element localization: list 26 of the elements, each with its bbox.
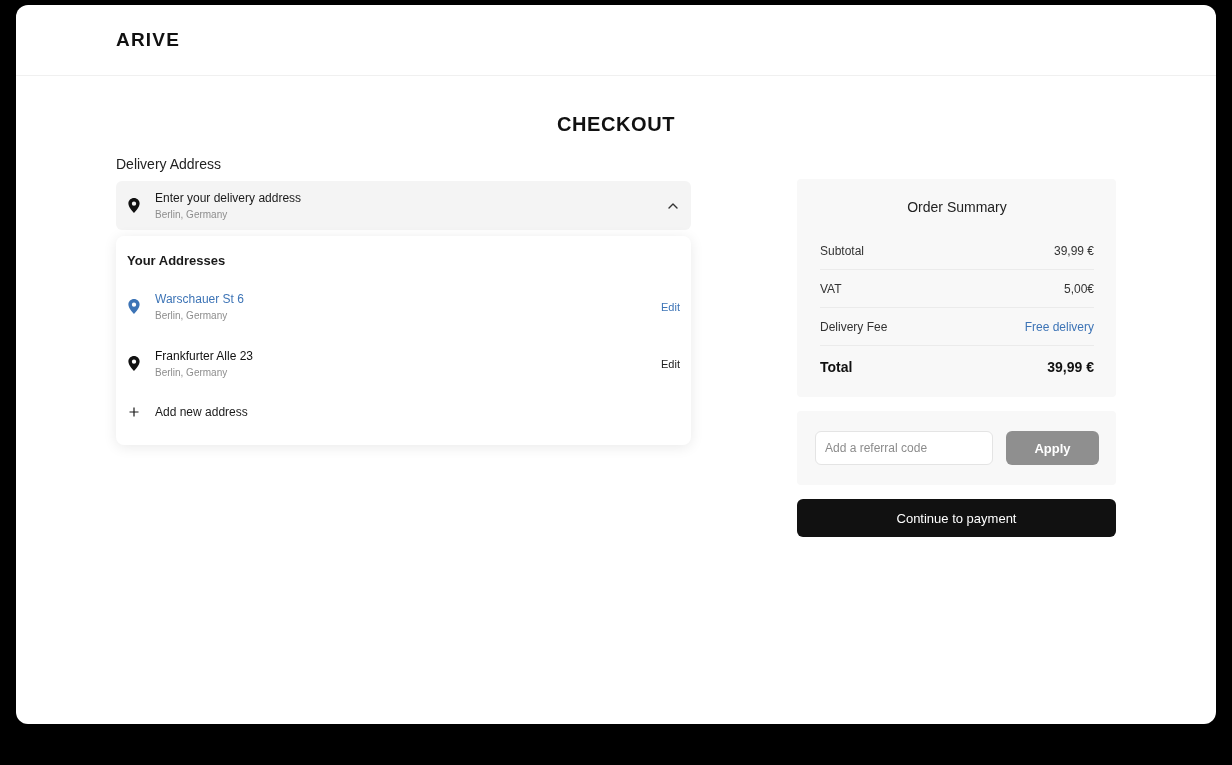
field-label: Delivery Address: [116, 156, 223, 173]
summary-label: VAT: [820, 281, 842, 296]
edit-link[interactable]: Edit: [661, 357, 680, 370]
summary-label: Delivery Fee: [820, 319, 888, 334]
plus-icon: [129, 407, 139, 417]
summary-value: 39,99 €: [1053, 243, 1094, 258]
edit-link[interactable]: Edit: [661, 300, 680, 313]
map-pin-icon: [128, 198, 140, 213]
summary-value: Free delivery: [1024, 319, 1094, 334]
summary-value: 5,00€: [1063, 281, 1094, 296]
page-title: CHECKOUT: [555, 112, 677, 136]
chevron-icon: [668, 202, 678, 209]
summary-label: Subtotal: [820, 243, 865, 258]
address-option[interactable]: Frankfurter Alle 23 Berlin, Germany: [127, 348, 254, 379]
address-option[interactable]: Warschauer St 6 Berlin, Germany: [127, 291, 244, 322]
summary-title: Order Summary: [906, 199, 1008, 215]
referral-code-input[interactable]: Add a referral code: [815, 431, 993, 465]
continue-button[interactable]: Continue to payment: [797, 499, 1116, 537]
dropdown-heading: Your Addresses: [127, 253, 227, 269]
map-pin-icon: [128, 299, 140, 314]
summary-value: 39,99 €: [1047, 359, 1094, 375]
address-select[interactable]: Enter your delivery address Berlin, Germany: [116, 181, 691, 230]
summary-label: Total: [820, 359, 853, 375]
brand-logo: ARIVE: [116, 29, 181, 51]
map-pin-icon: [128, 356, 140, 371]
add-address-button[interactable]: Add new address: [127, 392, 248, 432]
